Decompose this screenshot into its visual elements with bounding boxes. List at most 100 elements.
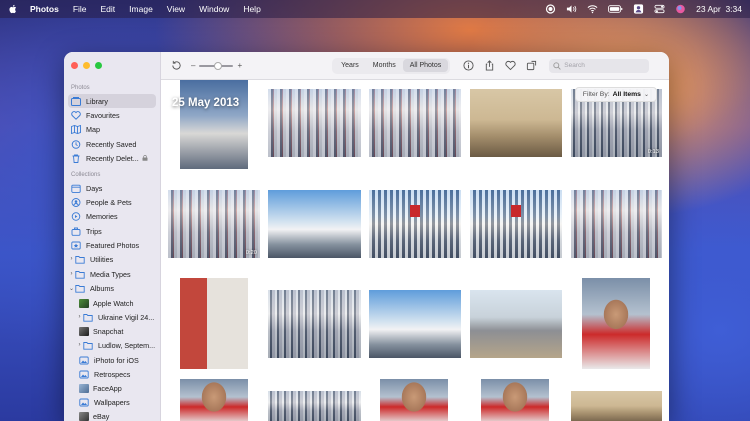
info-icon[interactable] — [462, 60, 474, 72]
sidebar-item-label: Trips — [86, 226, 102, 236]
sidebar-item-favourites[interactable]: Favourites — [68, 108, 156, 122]
photo-thumbnail[interactable] — [268, 190, 361, 258]
album-thumbnail — [79, 326, 89, 336]
clock-icon — [71, 139, 81, 149]
video-thumbnail[interactable]: 0:20 — [168, 190, 260, 258]
zoom-window-button[interactable] — [95, 62, 102, 69]
sidebar-item-trips[interactable]: Trips — [68, 224, 156, 238]
photo-thumbnail[interactable] — [268, 290, 361, 358]
chevron-down-icon: ⌄ — [643, 92, 649, 98]
sidebar-item-iphoto-ios[interactable]: iPhoto for iOS — [76, 353, 158, 367]
sidebar-item-media-types[interactable]: › Media Types — [65, 267, 153, 281]
toolbar-actions — [462, 60, 537, 72]
sidebar-item-ukraine-vigil[interactable]: › Ukraine Vigil 24... — [73, 310, 158, 324]
search-input[interactable] — [564, 62, 645, 69]
heart-icon — [71, 110, 81, 120]
menu-edit[interactable]: Edit — [101, 4, 116, 14]
tab-months[interactable]: Months — [366, 59, 403, 72]
album-icon — [79, 356, 89, 365]
photo-thumbnail[interactable] — [380, 379, 448, 421]
menubar-datetime[interactable]: 23 Apr 3:34 — [696, 4, 742, 14]
sidebar-item-ebay[interactable]: eBay — [76, 409, 158, 421]
record-icon[interactable] — [545, 4, 556, 14]
sidebar-item-apple-watch[interactable]: Apple Watch — [76, 296, 158, 310]
filter-menu-button[interactable]: Filter By: All Items ⌄ — [574, 87, 657, 102]
sidebar-item-utilities[interactable]: › Utilities — [65, 252, 153, 266]
sidebar-item-label: Utilities — [90, 254, 114, 264]
photo-thumbnail[interactable] — [470, 290, 562, 358]
sidebar-item-faceapp[interactable]: FaceApp — [76, 381, 158, 395]
siri-icon[interactable] — [675, 4, 686, 14]
wifi-icon[interactable] — [587, 4, 598, 14]
menu-file[interactable]: File — [73, 4, 87, 14]
user-icon[interactable] — [633, 4, 644, 14]
photo-thumbnail[interactable] — [571, 391, 662, 421]
sidebar-item-ludlow[interactable]: › Ludlow, Septem... — [73, 338, 158, 352]
minimize-window-button[interactable] — [83, 62, 90, 69]
tab-years[interactable]: Years — [334, 59, 366, 72]
sidebar-item-label: iPhoto for iOS — [94, 355, 139, 365]
volume-icon[interactable] — [566, 4, 577, 14]
menu-view[interactable]: View — [167, 4, 185, 14]
sidebar-item-retrospecs[interactable]: Retrospecs — [76, 367, 158, 381]
favourite-icon[interactable] — [504, 60, 516, 72]
sidebar-item-albums[interactable]: ⌄ Albums — [65, 281, 153, 295]
zoom-out-button[interactable]: – — [191, 61, 195, 70]
sidebar-item-label: Retrospecs — [94, 369, 131, 379]
disclosure-chevron-icon[interactable]: ⌄ — [68, 285, 75, 292]
sidebar-item-days[interactable]: Days — [68, 181, 156, 195]
folder-icon — [83, 341, 93, 350]
menu-app-name[interactable]: Photos — [30, 4, 59, 14]
sidebar-item-label: Days — [86, 183, 103, 193]
disclosure-chevron-icon[interactable]: › — [76, 314, 83, 320]
sidebar-item-label: Map — [86, 124, 100, 134]
photo-thumbnail[interactable] — [481, 379, 549, 421]
sidebar-item-recently-saved[interactable]: Recently Saved — [68, 137, 156, 151]
photo-thumbnail[interactable] — [369, 89, 461, 157]
suitcase-icon — [71, 227, 81, 236]
photo-thumbnail[interactable] — [470, 89, 562, 157]
menu-window[interactable]: Window — [199, 4, 229, 14]
zoom-in-button[interactable]: + — [237, 61, 242, 70]
zoom-slider[interactable] — [199, 61, 234, 71]
control-center-icon[interactable] — [654, 4, 665, 14]
person-icon — [71, 197, 81, 207]
tab-all-photos[interactable]: All Photos — [402, 59, 449, 72]
disclosure-chevron-icon[interactable]: › — [76, 342, 83, 348]
photo-thumbnail[interactable] — [369, 190, 461, 258]
share-icon[interactable] — [483, 60, 495, 72]
photo-thumbnail[interactable] — [470, 190, 562, 258]
sidebar-item-snapchat[interactable]: Snapchat — [76, 324, 158, 338]
sidebar-item-recently-deleted[interactable]: Recently Delet... — [68, 151, 156, 165]
sidebar-item-memories[interactable]: Memories — [68, 209, 156, 223]
sidebar-section-collections: Collections — [71, 172, 101, 178]
search-field[interactable] — [549, 58, 650, 73]
disclosure-chevron-icon[interactable]: › — [68, 271, 75, 277]
apple-menu-icon[interactable] — [8, 4, 18, 14]
close-window-button[interactable] — [71, 62, 78, 69]
sidebar-item-people-pets[interactable]: People & Pets — [68, 195, 156, 209]
sidebar-item-featured-photos[interactable]: Featured Photos — [68, 238, 156, 252]
rotate-crop-icon[interactable] — [525, 60, 537, 72]
rotate-icon[interactable] — [170, 60, 182, 72]
photo-thumbnail[interactable] — [180, 80, 248, 169]
disclosure-chevron-icon[interactable]: › — [68, 256, 75, 262]
menu-image[interactable]: Image — [129, 4, 153, 14]
battery-icon[interactable] — [608, 4, 623, 14]
lock-icon — [142, 155, 148, 161]
photo-thumbnail[interactable] — [571, 190, 662, 258]
photo-thumbnail[interactable] — [268, 391, 361, 421]
photo-thumbnail[interactable] — [582, 278, 650, 369]
sidebar-item-map[interactable]: Map — [68, 122, 156, 136]
photo-thumbnail[interactable] — [180, 379, 248, 421]
photo-thumbnail[interactable] — [268, 89, 361, 157]
sidebar-item-wallpapers[interactable]: Wallpapers — [76, 395, 158, 409]
zoom-slider-knob[interactable] — [213, 61, 222, 70]
photo-thumbnail[interactable] — [180, 278, 248, 369]
menu-help[interactable]: Help — [243, 4, 260, 14]
photo-thumbnail[interactable] — [369, 290, 461, 358]
sidebar-item-label: Apple Watch — [93, 298, 134, 308]
sidebar-section-photos: Photos — [71, 85, 90, 91]
album-thumbnail — [79, 298, 89, 308]
sidebar-item-library[interactable]: Library — [68, 94, 156, 108]
